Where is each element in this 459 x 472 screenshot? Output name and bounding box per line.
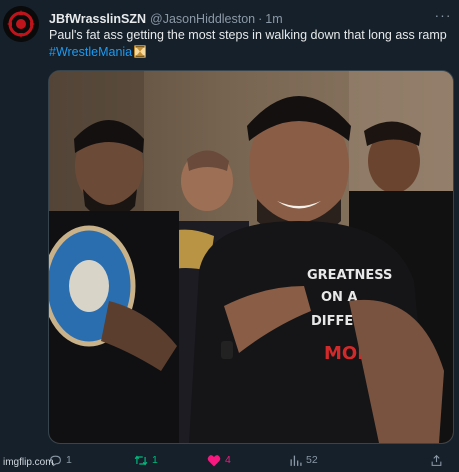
like-button[interactable]: 4	[207, 454, 231, 467]
tweet-media-photo[interactable]: GREATNESS ON A DIFFERENT MODE	[48, 70, 454, 444]
hashtag-link[interactable]: #WrestleMania	[49, 45, 132, 59]
photo-scene: GREATNESS ON A DIFFERENT MODE	[49, 71, 453, 443]
views-button[interactable]: 52	[289, 454, 318, 467]
imgflip-watermark: imgflip.com	[3, 457, 54, 468]
tweet-body: Paul's fat ass getting the most steps in…	[49, 28, 447, 42]
timestamp[interactable]: 1m	[265, 12, 282, 26]
avatar[interactable]	[3, 6, 39, 42]
share-button[interactable]	[430, 454, 447, 467]
display-name[interactable]: JBfWrasslinSZN	[49, 12, 146, 26]
avatar-logo-icon	[3, 6, 39, 42]
like-count: 4	[225, 454, 231, 466]
user-handle[interactable]: @JasonHiddleston	[150, 12, 255, 26]
retweet-count: 1	[152, 454, 158, 466]
views-chart-icon	[290, 455, 302, 466]
tweet-card[interactable]: JBfWrasslinSZN @JasonHiddleston · 1m ···…	[0, 0, 459, 472]
reply-count: 1	[66, 454, 72, 466]
tweet-actions: 1 1 4 52	[49, 452, 442, 468]
shirt-text-line-1: GREATNESS	[307, 268, 392, 283]
share-icon	[431, 454, 442, 466]
more-options-icon: ···	[434, 7, 452, 23]
separator-dot: ·	[258, 12, 263, 26]
heart-icon	[207, 454, 221, 466]
more-options-button[interactable]: ···	[433, 7, 453, 23]
view-count: 52	[306, 454, 318, 466]
retweet-button[interactable]: 1	[134, 454, 158, 467]
tweet-header: JBfWrasslinSZN @JasonHiddleston · 1m	[49, 10, 451, 28]
tweet-text: Paul's fat ass getting the most steps in…	[49, 27, 449, 63]
retweet-icon	[134, 454, 148, 466]
hourglass-icon	[134, 45, 147, 63]
